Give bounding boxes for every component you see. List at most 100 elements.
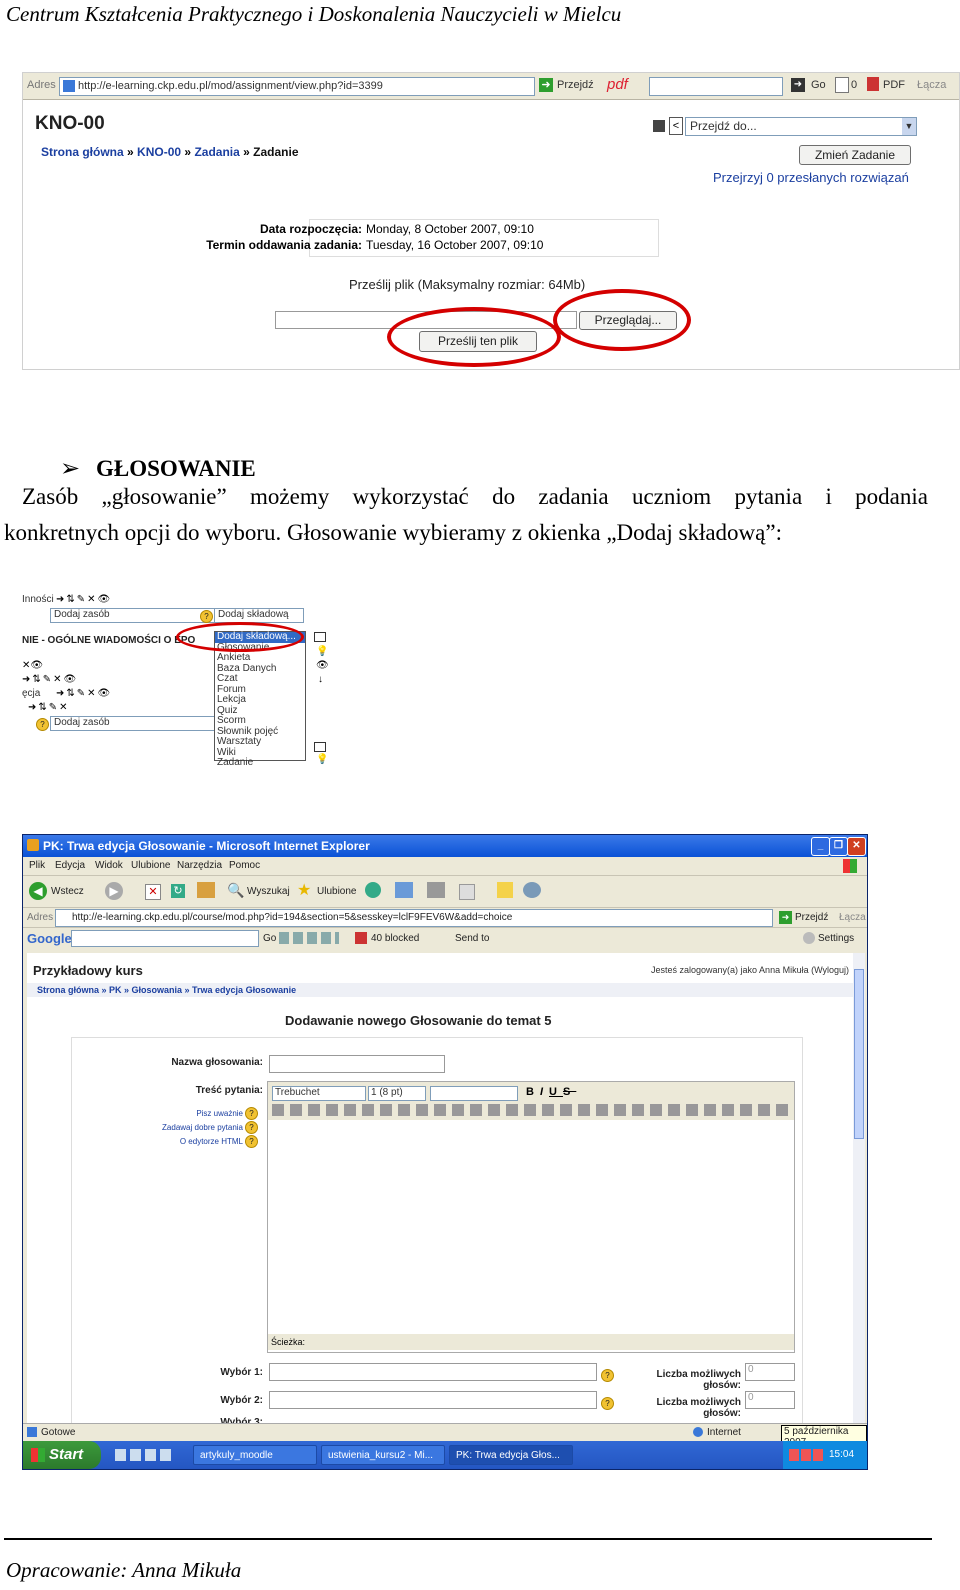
search-icon[interactable]: 🔍 xyxy=(227,882,244,899)
google-go-button[interactable]: Go xyxy=(263,933,276,944)
home-icon[interactable] xyxy=(197,882,215,898)
checkbox-icon[interactable] xyxy=(314,632,326,642)
format-buttons[interactable]: BIUS xyxy=(526,1086,576,1098)
breadcrumb-course[interactable]: KNO-00 xyxy=(137,145,181,159)
menu-item[interactable]: Czat xyxy=(215,673,305,685)
scrollbar[interactable] xyxy=(853,953,865,1423)
limit1-input[interactable]: 0 xyxy=(745,1363,795,1381)
edit-icons-row[interactable]: ➜⇅✎✕👁 xyxy=(56,688,112,699)
forward-arrow-icon[interactable]: ▶ xyxy=(105,882,123,900)
send-to-button[interactable]: Send to xyxy=(455,933,489,944)
menu-item[interactable]: Zadanie xyxy=(215,757,305,769)
view-submissions-link[interactable]: Przejrzyj 0 przesłanych rozwiązań xyxy=(713,170,909,185)
go-button[interactable]: Przejdź xyxy=(795,912,828,923)
help-icon[interactable]: ? xyxy=(245,1121,258,1134)
help-link-3[interactable]: O edytorze HTML xyxy=(107,1137,243,1146)
print-icon[interactable] xyxy=(427,882,445,898)
editor-icon-row[interactable] xyxy=(272,1104,788,1116)
favorites-button[interactable]: Ulubione xyxy=(317,886,356,897)
pdf2-button[interactable]: PDF xyxy=(883,79,905,91)
add-component-select[interactable]: Dodaj składową xyxy=(214,608,304,623)
copy-icon[interactable] xyxy=(835,77,849,93)
help-link-1[interactable]: Pisz uważnie xyxy=(107,1109,243,1118)
jump-to-select[interactable]: Przejdź do... ▼ xyxy=(685,117,917,136)
arrow-down-icon[interactable]: ↓ xyxy=(318,674,323,685)
mail-icon[interactable] xyxy=(395,882,413,898)
breadcrumb-tasks[interactable]: Zadania xyxy=(194,145,239,159)
menu-favorites[interactable]: Ulubione xyxy=(131,860,170,871)
choice1-input[interactable] xyxy=(269,1363,597,1381)
menu-item[interactable]: Lekcja xyxy=(215,694,305,706)
menu-item[interactable]: Ankieta xyxy=(215,652,305,664)
scrollbar-thumb[interactable] xyxy=(854,969,864,1139)
calendar-icon[interactable] xyxy=(653,120,665,132)
change-task-button[interactable]: Zmień Zadanie xyxy=(799,145,911,165)
limit2-input[interactable]: 0 xyxy=(745,1391,795,1409)
star-icon[interactable]: ★ xyxy=(297,880,311,900)
breadcrumb[interactable]: Strona główna » PK » Głosowania » Trwa e… xyxy=(37,985,296,995)
taskbar-item-folder[interactable]: artykuly_moodle xyxy=(193,1445,317,1465)
help-icon[interactable]: ? xyxy=(200,610,213,623)
back-arrow-icon[interactable]: ◀ xyxy=(29,882,47,900)
taskbar-item-browser[interactable]: PK: Trwa edycja Głos... xyxy=(449,1445,573,1465)
menu-help[interactable]: Pomoc xyxy=(229,860,260,871)
add-resource-select[interactable]: Dodaj zasób xyxy=(50,608,220,623)
name-input[interactable] xyxy=(269,1055,445,1073)
settings-icon[interactable] xyxy=(803,932,815,944)
help-icon[interactable]: ? xyxy=(245,1135,258,1148)
notes-icon[interactable] xyxy=(497,882,513,898)
links-label[interactable]: Łącza xyxy=(917,79,946,91)
go2-button[interactable]: Go xyxy=(811,79,826,91)
help-icon[interactable]: ? xyxy=(36,718,49,731)
add-resource-select-2[interactable]: Dodaj zasób xyxy=(50,716,220,731)
help-icon[interactable]: ? xyxy=(601,1369,614,1382)
refresh-icon[interactable]: ↻ xyxy=(171,884,185,898)
links-label[interactable]: Łącza xyxy=(839,912,866,923)
menu-file[interactable]: Plik xyxy=(29,860,45,871)
maximize-icon[interactable]: ❐ xyxy=(829,837,848,856)
taskbar-item-document[interactable]: ustwienia_kursu2 - Mi... xyxy=(321,1445,445,1465)
menu-edit[interactable]: Edycja xyxy=(55,860,85,871)
visibility-icon[interactable]: ✕👁 xyxy=(22,660,43,671)
font-select[interactable]: Trebuchet xyxy=(272,1086,366,1101)
chevron-down-icon[interactable]: ▼ xyxy=(902,118,916,135)
start-button[interactable]: Start xyxy=(23,1441,101,1469)
minimize-icon[interactable]: _ xyxy=(811,837,830,856)
menu-view[interactable]: Widok xyxy=(95,860,123,871)
stop-icon[interactable]: ✕ xyxy=(145,884,161,900)
edit-icons-row[interactable]: ➜⇅✎✕👁 xyxy=(22,674,78,685)
close-icon[interactable]: ✕ xyxy=(847,837,866,856)
go2-arrow-icon[interactable]: ➜ xyxy=(791,78,805,92)
login-info[interactable]: Jesteś zalogowany(a) jako Anna Mikuła (W… xyxy=(651,965,849,975)
blocked-count[interactable]: 40 blocked xyxy=(371,933,419,944)
style-select[interactable] xyxy=(430,1086,518,1101)
edit-page-icon[interactable] xyxy=(459,884,475,900)
menu-item[interactable]: Warsztaty xyxy=(215,736,305,748)
eye-icon[interactable]: 👁 xyxy=(316,660,329,671)
pdf-dropdown[interactable] xyxy=(649,77,783,96)
quicklaunch-icons[interactable] xyxy=(115,1449,171,1461)
edit-icons-row[interactable]: ➜⇅✎✕👁 xyxy=(56,594,112,605)
help-icon[interactable]: ? xyxy=(245,1107,258,1120)
size-select[interactable]: 1 (8 pt) xyxy=(368,1086,426,1101)
google-tool-icons[interactable] xyxy=(279,932,339,944)
breadcrumb-home[interactable]: Strona główna xyxy=(41,145,124,159)
popup-blocker-icon[interactable] xyxy=(355,932,367,944)
google-search-input[interactable] xyxy=(71,930,259,947)
history-icon[interactable] xyxy=(365,882,381,898)
menu-item[interactable]: Scorm xyxy=(215,715,305,727)
go-arrow-icon[interactable]: ➜ xyxy=(539,78,553,92)
help-link-2[interactable]: Zadawaj dobre pytania xyxy=(87,1123,243,1132)
search-button[interactable]: Wyszukaj xyxy=(247,886,290,897)
go-button[interactable]: Przejdź xyxy=(557,79,594,91)
settings-button[interactable]: Settings xyxy=(818,933,854,944)
pdf-icon[interactable] xyxy=(867,77,879,91)
tray-icons[interactable] xyxy=(789,1449,823,1461)
checkbox-icon[interactable] xyxy=(314,742,326,752)
go-arrow-icon[interactable]: ➜ xyxy=(779,911,792,924)
choice2-input[interactable] xyxy=(269,1391,597,1409)
back-button[interactable]: Wstecz xyxy=(51,886,84,897)
address-field[interactable]: http://e-learning.ckp.edu.pl/mod/assignm… xyxy=(59,77,535,96)
help-icon[interactable]: ? xyxy=(601,1397,614,1410)
address-field[interactable]: http://e-learning.ckp.edu.pl/course/mod.… xyxy=(55,909,773,927)
